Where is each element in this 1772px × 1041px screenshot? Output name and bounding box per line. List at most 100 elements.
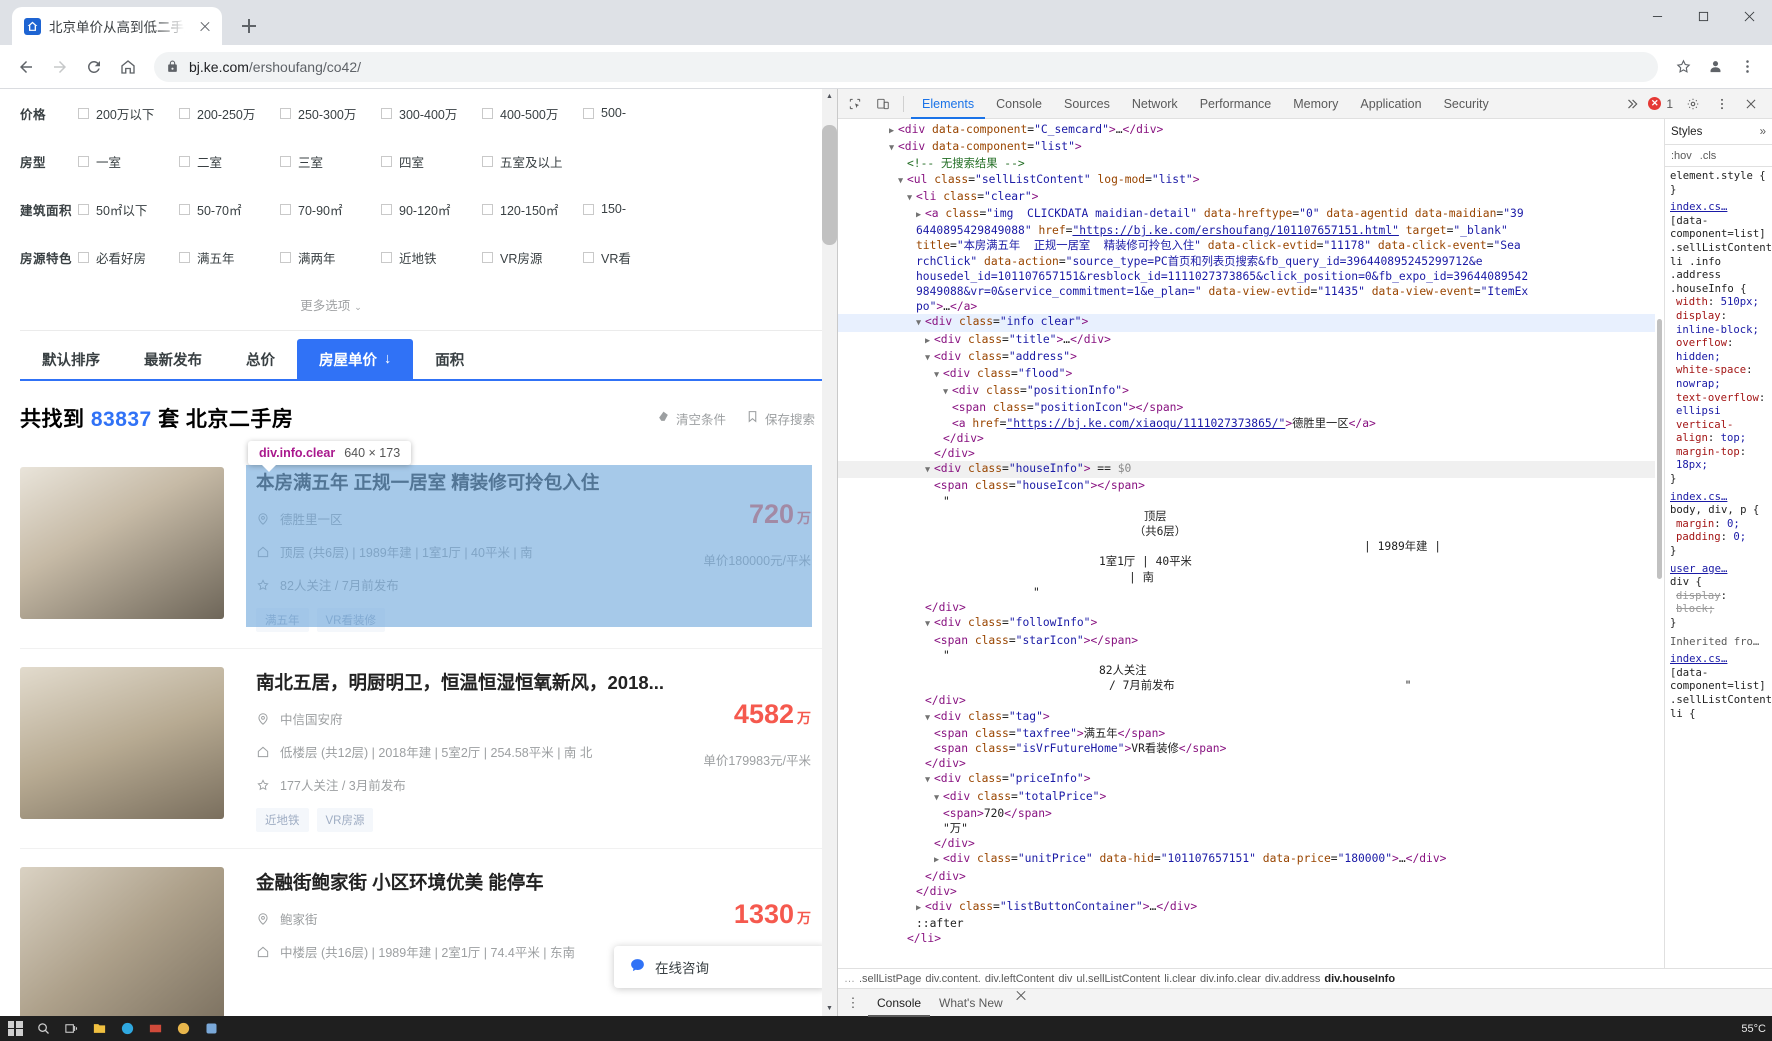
filter-option[interactable]: 一室 bbox=[78, 152, 179, 171]
filter-option[interactable]: 四室 bbox=[381, 152, 482, 171]
dom-tree-line[interactable]: ▶ <a class="img CLICKDATA maidian-detail"… bbox=[838, 206, 1664, 223]
more-options-button[interactable]: 更多选项 ⌄ bbox=[20, 293, 642, 324]
dom-tree-line[interactable]: ▼ <ul class="sellListContent" log-mod="li… bbox=[838, 172, 1664, 189]
style-source-link[interactable]: index.cs… bbox=[1670, 491, 1767, 505]
address-bar[interactable]: bj.ke.com/ershoufang/co42/ bbox=[154, 51, 1658, 82]
filter-option[interactable]: 200万以下 bbox=[78, 104, 179, 123]
dom-pane-scrollbar[interactable] bbox=[1655, 119, 1664, 968]
filter-option[interactable]: 必看好房 bbox=[78, 248, 179, 267]
devtools-tab[interactable]: Elements bbox=[911, 89, 985, 119]
listing-community-link[interactable]: 鲍家街 bbox=[280, 909, 318, 928]
dom-tree-line[interactable]: ▼ <div class="positionInfo"> bbox=[838, 383, 1664, 400]
reload-icon[interactable] bbox=[78, 51, 110, 83]
dom-tree-line[interactable]: 82人关注 bbox=[838, 663, 1664, 678]
listing-photo[interactable] bbox=[20, 667, 224, 820]
chevron-double-right-icon[interactable]: » bbox=[1760, 126, 1766, 138]
style-property[interactable]: text-overflow: ellipsi bbox=[1670, 392, 1767, 419]
listing-community-link[interactable]: 德胜里一区 bbox=[280, 509, 343, 528]
sort-tab[interactable]: 最新发布 bbox=[122, 339, 224, 379]
checkbox[interactable] bbox=[179, 155, 190, 167]
dom-tree-line[interactable]: " bbox=[838, 585, 1664, 600]
dom-tree-line[interactable]: </div> bbox=[838, 693, 1664, 708]
edge-icon[interactable] bbox=[118, 1020, 136, 1038]
scroll-down-arrow-icon[interactable]: ▼ bbox=[822, 1001, 837, 1016]
filter-option[interactable]: 二室 bbox=[179, 152, 280, 171]
dom-tree-line[interactable]: ▼ <div class="totalPrice"> bbox=[838, 789, 1664, 806]
new-tab-button[interactable] bbox=[234, 11, 264, 41]
profile-avatar-icon[interactable] bbox=[1700, 52, 1730, 82]
chevron-double-right-icon[interactable] bbox=[1619, 92, 1645, 116]
devtools-tab[interactable]: Security bbox=[1433, 89, 1500, 119]
dom-tree-line[interactable]: ▼ <div class="address"> bbox=[838, 349, 1664, 366]
filter-option[interactable]: 400-500万 bbox=[482, 104, 583, 123]
three-dot-menu-icon[interactable] bbox=[1732, 52, 1762, 82]
listing-title[interactable]: 本房满五年 正规一居室 精装修可拎包入住 bbox=[256, 471, 837, 495]
checkbox[interactable] bbox=[280, 155, 291, 167]
dom-tree-line[interactable]: / 7月前发布 " bbox=[838, 678, 1664, 693]
breadcrumb-item[interactable]: div.leftContent bbox=[985, 973, 1055, 985]
filter-option[interactable]: 150- bbox=[583, 200, 684, 219]
style-property[interactable]: margin-top: 18px; bbox=[1670, 446, 1767, 473]
drawer-tab[interactable]: Console bbox=[868, 989, 930, 1017]
style-source-link[interactable]: index.cs… bbox=[1670, 653, 1767, 667]
filter-option[interactable]: 500- bbox=[583, 104, 684, 123]
dom-tree-line[interactable]: | 1989年建 | bbox=[838, 539, 1664, 554]
sort-tab[interactable]: 默认排序 bbox=[20, 339, 122, 379]
devtools-tab[interactable]: Performance bbox=[1189, 89, 1283, 119]
dom-tree-line[interactable]: ▼ <div class="priceInfo"> bbox=[838, 771, 1664, 788]
filter-option[interactable]: 120-150㎡ bbox=[482, 200, 583, 219]
dom-tree-line[interactable]: ▼ <div class="followInfo"> bbox=[838, 615, 1664, 632]
filter-option[interactable]: VR房源 bbox=[482, 248, 583, 267]
checkbox[interactable] bbox=[482, 107, 493, 119]
breadcrumb-item[interactable]: div.info.clear bbox=[1200, 973, 1261, 985]
breadcrumb-item[interactable]: .sellListPage bbox=[859, 973, 921, 985]
dom-tree-line[interactable]: </div> bbox=[838, 600, 1664, 615]
style-source-link[interactable]: user age… bbox=[1670, 563, 1767, 577]
listing-title[interactable]: 金融街鲍家街 小区环境优美 能停车 bbox=[256, 871, 837, 895]
listing-photo[interactable] bbox=[20, 867, 224, 1016]
dom-tree-line[interactable]: ▼ <div class="info clear"> bbox=[838, 314, 1664, 332]
filter-option[interactable]: 90-120㎡ bbox=[381, 200, 482, 219]
dom-tree-line[interactable]: 1室1厅 | 40平米 bbox=[838, 554, 1664, 569]
drawer-tab[interactable]: What's New bbox=[930, 989, 1012, 1017]
style-source-link[interactable]: index.cs… bbox=[1670, 201, 1767, 215]
checkbox[interactable] bbox=[482, 203, 493, 215]
listing-title[interactable]: 南北五居，明厨明卫，恒温恒湿恒氧新风，2018... bbox=[256, 671, 837, 695]
filter-option[interactable]: 满五年 bbox=[179, 248, 280, 267]
checkbox[interactable] bbox=[179, 251, 190, 263]
sort-tab[interactable]: 面积 bbox=[413, 339, 486, 379]
dom-tree-line[interactable]: </div> bbox=[838, 869, 1664, 884]
dom-tree-line[interactable]: <span class="starIcon"></span> bbox=[838, 633, 1664, 648]
dom-tree-line[interactable]: <!-- 无搜索结果 --> bbox=[838, 156, 1664, 171]
devtools-tab[interactable]: Network bbox=[1121, 89, 1189, 119]
breadcrumb-item[interactable]: ul.sellListContent bbox=[1076, 973, 1160, 985]
filter-option[interactable]: 五室及以上 bbox=[482, 152, 583, 171]
scrollbar-thumb[interactable] bbox=[822, 125, 837, 245]
checkbox[interactable] bbox=[583, 107, 594, 119]
filter-option[interactable]: VR看 bbox=[583, 248, 684, 267]
dom-tree-line[interactable]: ▶ <div class="title">…</div> bbox=[838, 332, 1664, 349]
breadcrumb-item[interactable]: div bbox=[1058, 973, 1072, 985]
listing-item[interactable]: 本房满五年 正规一居室 精装修可拎包入住 德胜里一区 顶层 (共6层) | 1989… bbox=[20, 449, 837, 650]
style-property[interactable]: padding: 0; bbox=[1670, 531, 1767, 545]
dom-tree-line[interactable]: ▼ <div class="flood"> bbox=[838, 366, 1664, 383]
checkbox[interactable] bbox=[78, 203, 89, 215]
filter-option[interactable]: 300-400万 bbox=[381, 104, 482, 123]
breadcrumb-item[interactable]: div.address bbox=[1265, 973, 1320, 985]
drawer-close-icon[interactable] bbox=[1014, 989, 1028, 1003]
dom-tree-line[interactable]: | 南 bbox=[838, 570, 1664, 585]
dom-tree-line[interactable]: 9849088&vr=0&service_commitment=1&e_plan… bbox=[838, 284, 1664, 299]
style-property[interactable]: overflow: hidden; bbox=[1670, 337, 1767, 364]
minimize-icon[interactable] bbox=[1634, 0, 1680, 32]
style-rule[interactable]: [data-component=list] .sellListContent l… bbox=[1670, 215, 1772, 487]
dom-tree-line[interactable]: ::after bbox=[838, 916, 1664, 931]
dom-tree-line[interactable]: ▶ <div class="unitPrice" data-hid="101107… bbox=[838, 851, 1664, 868]
style-property[interactable]: display: block; bbox=[1670, 590, 1767, 617]
devtools-tab[interactable]: Application bbox=[1349, 89, 1432, 119]
scroll-up-arrow-icon[interactable]: ▲ bbox=[822, 89, 837, 104]
checkbox[interactable] bbox=[583, 251, 594, 263]
checkbox[interactable] bbox=[583, 203, 594, 215]
dom-tree-line[interactable]: （共6层） bbox=[838, 524, 1664, 539]
start-icon[interactable] bbox=[6, 1020, 24, 1038]
checkbox[interactable] bbox=[179, 203, 190, 215]
